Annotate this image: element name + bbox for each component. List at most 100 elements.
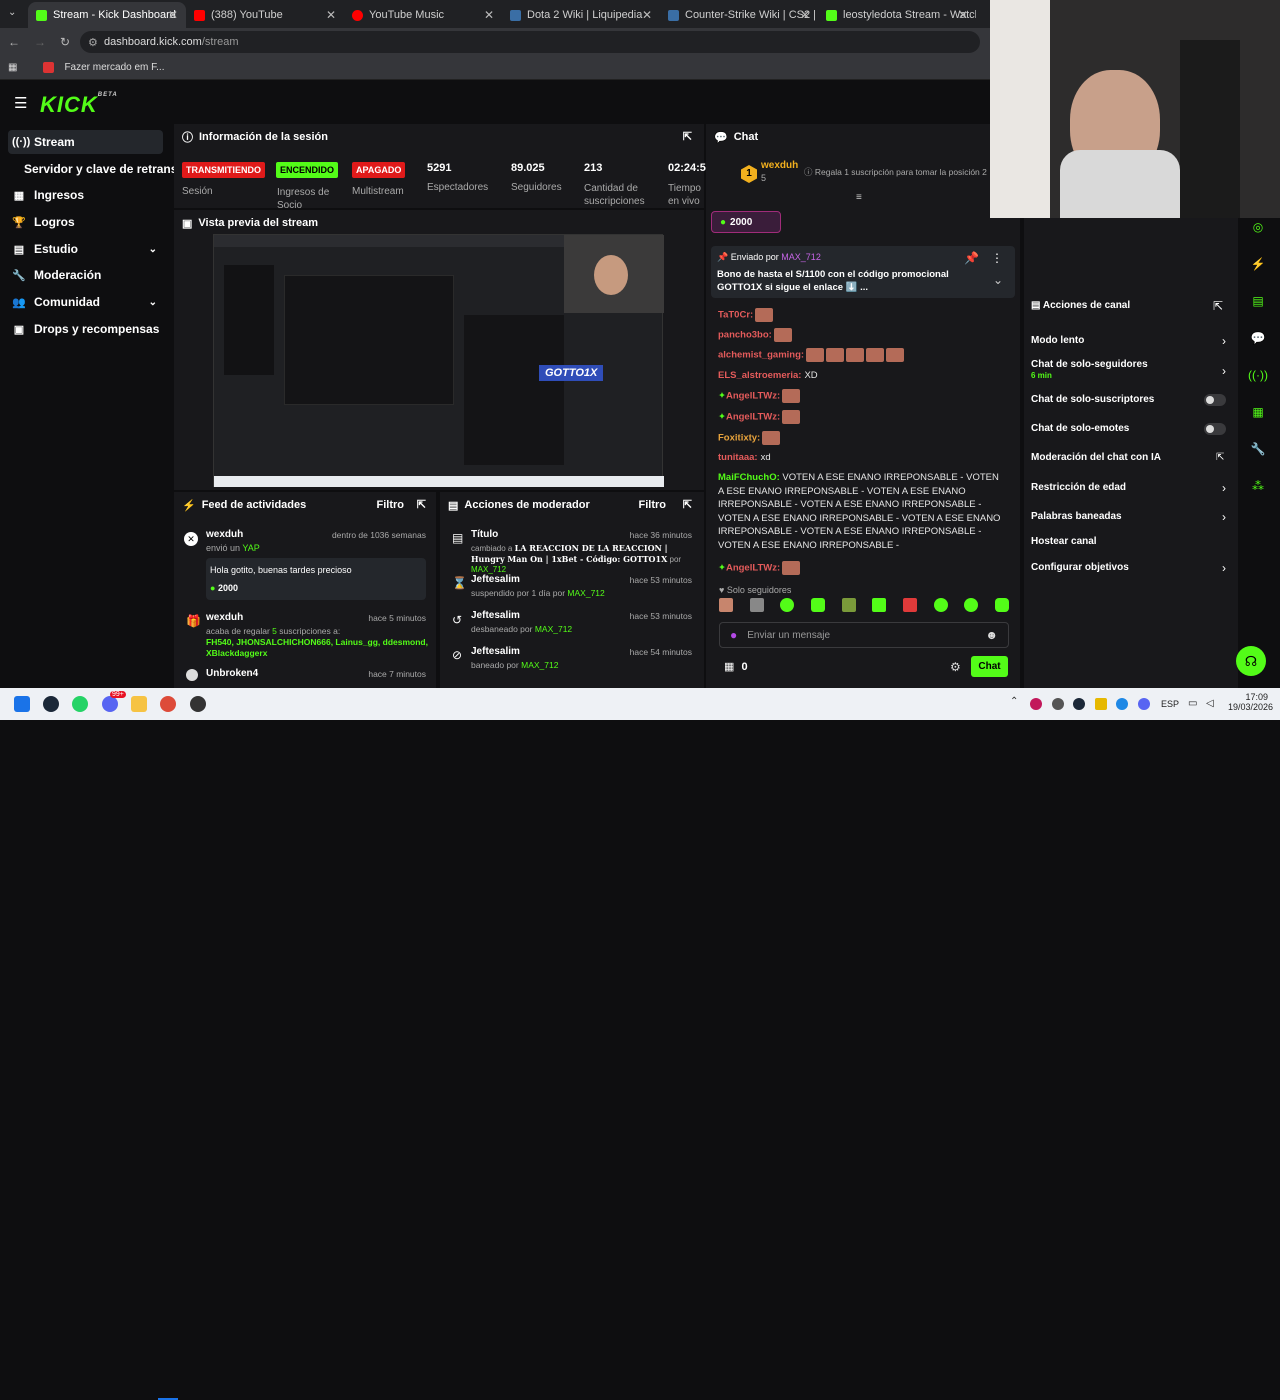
mod-filter-button[interactable]: Filtro xyxy=(639,499,667,511)
site-info-icon[interactable]: ⚙ xyxy=(88,36,98,49)
clock[interactable]: 17:09 19/03/2026 xyxy=(1228,692,1273,712)
chevron-right-icon[interactable]: › xyxy=(1222,561,1226,575)
emote-icon[interactable] xyxy=(749,598,764,612)
chevron-down-icon[interactable]: ⌄ xyxy=(993,273,1003,287)
forward-icon[interactable]: → xyxy=(34,35,46,49)
chevron-right-icon[interactable]: › xyxy=(1222,334,1226,348)
reload-icon[interactable]: ↻ xyxy=(60,35,70,49)
close-tab-icon[interactable]: ✕ xyxy=(800,8,810,22)
target-icon[interactable]: ◎ xyxy=(1246,215,1270,239)
layout-icon[interactable]: ▦ xyxy=(1246,400,1270,424)
chat-input[interactable]: ● Enviar un mensaje ☻ xyxy=(719,622,1009,648)
sidebar-item-drops[interactable]: ▣ Drops y recompensas xyxy=(8,317,163,341)
chevron-right-icon[interactable]: › xyxy=(1222,510,1226,524)
feed-filter-button[interactable]: Filtro xyxy=(377,499,405,511)
feed-user[interactable]: wexduh xyxy=(206,612,243,623)
tab-youtube[interactable]: (388) YouTube ✕ xyxy=(186,2,344,28)
kicks-pinned-badge[interactable]: ● 2000 xyxy=(711,211,781,233)
volume-icon[interactable]: ◁ xyxy=(1206,698,1214,709)
file-explorer-icon[interactable] xyxy=(131,696,147,712)
kick-logo[interactable]: KICKBETA xyxy=(40,92,118,118)
tab-kick-dashboard[interactable]: Stream - Kick Dashboard ✕ xyxy=(28,2,186,28)
chat-username[interactable]: AngelLTWz: xyxy=(726,391,780,402)
steam-icon[interactable] xyxy=(43,696,59,712)
chat-icon[interactable]: 💬 xyxy=(1246,326,1270,350)
emoji-icon[interactable]: ☻ xyxy=(985,628,998,642)
whatsapp-icon[interactable] xyxy=(72,696,88,712)
stream-video[interactable]: GOTTO1X xyxy=(213,234,664,487)
chevron-up-icon[interactable]: ⌃ xyxy=(1010,696,1018,707)
emote-icon[interactable] xyxy=(810,598,825,612)
document-icon[interactable]: ▤ xyxy=(1246,289,1270,313)
sidebar-item-server-key[interactable]: Servidor y clave de retransm xyxy=(8,157,188,181)
network-icon[interactable]: ▭ xyxy=(1188,698,1197,709)
action-moderacion-ia[interactable]: Moderación del chat con IA xyxy=(1031,452,1161,463)
sidebar-item-logros[interactable]: 🏆 Logros xyxy=(8,210,163,234)
back-icon[interactable]: ← xyxy=(8,35,20,49)
action-restriccion-edad[interactable]: Restricción de edad xyxy=(1031,482,1126,493)
popout-icon[interactable]: ⇱ xyxy=(683,498,692,511)
collapse-icon[interactable]: ≡ xyxy=(856,192,862,203)
action-solo-suscriptores[interactable]: Chat de solo-suscriptores xyxy=(1031,394,1154,405)
tab-dota-wiki[interactable]: Dota 2 Wiki | Liquipedia ✕ xyxy=(502,2,660,28)
tab-cs-wiki[interactable]: Counter-Strike Wiki | CS2 | Liqu✕ xyxy=(660,2,818,28)
action-modo-lento[interactable]: Modo lento xyxy=(1031,335,1084,346)
windows-start-icon[interactable] xyxy=(14,696,30,712)
chrome-icon[interactable] xyxy=(160,696,176,712)
chat-send-button[interactable]: Chat xyxy=(971,656,1008,677)
sidebar-item-moderacion[interactable]: 🔧 Moderación xyxy=(8,263,163,287)
discord-tray-icon[interactable] xyxy=(1138,698,1150,710)
chat-username[interactable]: Foxitixty: xyxy=(718,433,760,444)
top-gifter-name[interactable]: wexduh xyxy=(761,160,798,171)
action-palabras-baneadas[interactable]: Palabras baneadas xyxy=(1031,511,1122,522)
sidebar-item-stream[interactable]: ((·)) Stream xyxy=(8,130,163,154)
obs-icon[interactable] xyxy=(190,696,206,712)
emote-icon[interactable] xyxy=(841,598,856,612)
tray-icon[interactable] xyxy=(1030,698,1042,710)
emote-icon[interactable] xyxy=(719,598,733,612)
action-configurar-objetivos[interactable]: Configurar objetivos xyxy=(1031,562,1129,573)
wrench-icon[interactable]: 🔧 xyxy=(1246,437,1270,461)
chevron-right-icon[interactable]: › xyxy=(1222,481,1226,495)
emote-icon[interactable] xyxy=(780,598,795,612)
apps-grid-icon[interactable]: ▦ xyxy=(8,62,17,73)
broadcast-icon[interactable]: ((·)) xyxy=(1246,363,1270,387)
language-indicator[interactable]: ESP xyxy=(1161,699,1179,709)
action-solo-seguidores[interactable]: Chat de solo-seguidores xyxy=(1031,359,1148,370)
sidebar-item-ingresos[interactable]: ▦ Ingresos xyxy=(8,183,163,207)
tab-youtube-music[interactable]: YouTube Music ✕ xyxy=(344,2,502,28)
bluetooth-icon[interactable] xyxy=(1116,698,1128,710)
action-solo-emotes[interactable]: Chat de solo-emotes xyxy=(1031,423,1129,434)
bolt-icon[interactable]: ⚡ xyxy=(1246,252,1270,276)
emote-icon[interactable] xyxy=(872,598,887,612)
pin-icon[interactable]: 📌 xyxy=(964,251,979,265)
popout-icon[interactable]: ⇱ xyxy=(1213,299,1223,313)
subscribers-only-toggle[interactable] xyxy=(1204,394,1226,406)
discord-icon[interactable] xyxy=(102,696,118,712)
emote-icon[interactable] xyxy=(964,598,979,612)
chevron-right-icon[interactable]: › xyxy=(1222,364,1226,378)
tray-icon[interactable] xyxy=(1095,698,1107,710)
close-tab-icon[interactable]: ✕ xyxy=(484,8,494,22)
more-options-icon[interactable]: ⋮ xyxy=(991,251,1003,265)
emote-icon[interactable] xyxy=(902,598,917,612)
menu-icon[interactable]: ☰ xyxy=(14,94,27,112)
url-bar[interactable]: ⚙ dashboard.kick.com/stream xyxy=(80,31,980,53)
close-tab-icon[interactable]: ✕ xyxy=(642,8,652,22)
feed-user[interactable]: Unbroken4 xyxy=(206,668,258,679)
steam-tray-icon[interactable] xyxy=(1073,698,1085,710)
chat-username[interactable]: AngelLTWz: xyxy=(726,412,780,423)
emote-icon[interactable] xyxy=(994,598,1009,612)
action-hostear-canal[interactable]: Hostear canal xyxy=(1031,536,1097,547)
emotes-only-toggle[interactable] xyxy=(1204,423,1226,435)
gear-icon[interactable]: ⚙ xyxy=(950,660,961,674)
sidebar-item-comunidad[interactable]: 👥 Comunidad ⌄ xyxy=(8,290,163,314)
popout-icon[interactable]: ⇱ xyxy=(417,498,426,511)
nodes-icon[interactable]: ⁂ xyxy=(1246,474,1270,498)
tray-icon[interactable] xyxy=(1052,698,1064,710)
support-headset-icon[interactable]: ☊ xyxy=(1236,646,1266,676)
tab-search-icon[interactable]: ⌄ xyxy=(8,7,16,18)
chat-username[interactable]: alchemist_gaming: xyxy=(718,350,804,361)
emote-icon[interactable] xyxy=(933,598,948,612)
external-link-icon[interactable]: ⇱ xyxy=(1216,452,1224,463)
